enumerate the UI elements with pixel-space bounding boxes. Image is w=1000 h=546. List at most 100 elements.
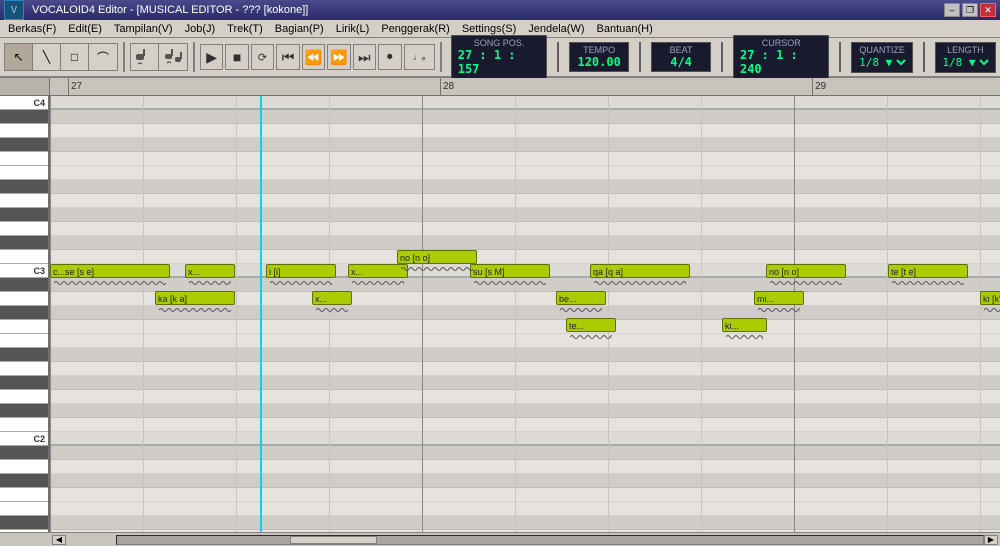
piano-key[interactable] xyxy=(0,460,48,474)
menu-berkas[interactable]: Berkas(F) xyxy=(2,22,62,36)
note-block[interactable]: ka [k a] xyxy=(155,291,235,305)
note-block[interactable]: su [s M] xyxy=(470,264,550,278)
note-block[interactable]: no [n o] xyxy=(397,250,477,264)
beat-line xyxy=(50,96,51,532)
piano-key[interactable] xyxy=(0,236,48,250)
piano-key[interactable] xyxy=(0,376,48,390)
note-block[interactable]: mi... xyxy=(754,291,804,305)
menu-jendela[interactable]: Jendela(W) xyxy=(522,22,590,36)
scrollbar-track[interactable] xyxy=(116,535,984,545)
pencil-tool[interactable]: ╲ xyxy=(33,44,61,70)
note-block[interactable]: x... xyxy=(185,264,235,278)
piano-key[interactable] xyxy=(0,306,48,320)
grid-row xyxy=(50,208,1000,222)
piano-key[interactable] xyxy=(0,418,48,432)
note-block[interactable]: qa [q a] xyxy=(590,264,690,278)
piano-key[interactable] xyxy=(0,124,48,138)
menu-settings[interactable]: Settings(S) xyxy=(456,22,522,36)
scroll-left-button[interactable]: ◀ xyxy=(52,535,66,545)
note-block[interactable]: c...se [s e] xyxy=(50,264,170,278)
grid-row xyxy=(50,166,1000,180)
grid-row xyxy=(50,334,1000,348)
grid-row xyxy=(50,418,1000,432)
piano-key[interactable] xyxy=(0,208,48,222)
note-block[interactable]: be... xyxy=(556,291,606,305)
loop-button[interactable]: ⟳ xyxy=(251,44,274,70)
piano-key[interactable] xyxy=(0,404,48,418)
play-button[interactable]: ▶ xyxy=(200,44,223,70)
piano-key[interactable] xyxy=(0,250,48,264)
piano-key[interactable] xyxy=(0,152,48,166)
restore-button[interactable]: ❐ xyxy=(962,3,978,17)
back-button[interactable]: ⏪ xyxy=(302,44,325,70)
piano-key[interactable] xyxy=(0,530,48,532)
piano-key[interactable] xyxy=(0,474,48,488)
metronome-button[interactable]: ♩ₑ xyxy=(404,44,435,70)
note-block[interactable]: x... xyxy=(348,264,408,278)
note-tool-1[interactable] xyxy=(131,44,159,70)
note-block[interactable]: te [t e] xyxy=(888,264,968,278)
piano-key[interactable]: C2 xyxy=(0,432,48,446)
grid-row xyxy=(50,376,1000,390)
scroll-right-button[interactable]: ▶ xyxy=(984,535,998,545)
menu-bantuan[interactable]: Bantuan(H) xyxy=(591,22,659,36)
line-tool[interactable]: ⌒ xyxy=(89,44,117,70)
piano-key[interactable] xyxy=(0,222,48,236)
note-block[interactable]: x... xyxy=(312,291,352,305)
vibrato-line xyxy=(474,280,546,286)
piano-key[interactable] xyxy=(0,166,48,180)
piano-key[interactable] xyxy=(0,320,48,334)
menu-lirik[interactable]: Lirik(L) xyxy=(330,22,376,36)
toolbar-sep-1 xyxy=(123,42,125,72)
piano-key[interactable] xyxy=(0,180,48,194)
note-block[interactable]: ki... xyxy=(722,318,767,332)
quantize-select[interactable]: 1/8 ▼ 1/4 1/16 1/32 xyxy=(855,55,909,70)
menu-tampilan[interactable]: Tampilan(V) xyxy=(108,22,179,36)
eraser-tool[interactable]: □ xyxy=(61,44,89,70)
forward-button[interactable]: ⏩ xyxy=(327,44,350,70)
minimize-button[interactable]: – xyxy=(944,3,960,17)
vibrato-line xyxy=(54,280,166,286)
piano-key[interactable] xyxy=(0,334,48,348)
piano-key[interactable] xyxy=(0,348,48,362)
record-button[interactable]: ⏺ xyxy=(378,44,401,70)
piano-key[interactable]: C3 xyxy=(0,264,48,278)
menu-trek[interactable]: Trek(T) xyxy=(221,22,269,36)
pointer-tool[interactable]: ↖ xyxy=(5,44,33,70)
note-block[interactable]: te... xyxy=(566,318,616,332)
piano-key[interactable] xyxy=(0,194,48,208)
info-div-1 xyxy=(557,42,559,72)
beat-line xyxy=(980,96,981,532)
piano-key[interactable] xyxy=(0,362,48,376)
length-label: LENGTH xyxy=(947,45,984,55)
menu-job[interactable]: Job(J) xyxy=(179,22,222,36)
note-block[interactable]: no [n o] xyxy=(766,264,846,278)
piano-key[interactable] xyxy=(0,292,48,306)
menu-bagian[interactable]: Bagian(P) xyxy=(269,22,330,36)
piano-key[interactable] xyxy=(0,488,48,502)
piano-key[interactable]: C4 xyxy=(0,96,48,110)
note-block[interactable]: i [i] xyxy=(266,264,336,278)
piano-key[interactable] xyxy=(0,110,48,124)
note-tool-2[interactable] xyxy=(159,44,187,70)
length-select[interactable]: 1/8 ▼ 1/4 1/16 1/32 xyxy=(938,55,992,70)
piano-key[interactable] xyxy=(0,446,48,460)
menu-edit[interactable]: Edit(E) xyxy=(62,22,108,36)
piano-key[interactable] xyxy=(0,138,48,152)
menu-penggerak[interactable]: Penggerak(R) xyxy=(375,22,455,36)
piano-key[interactable] xyxy=(0,502,48,516)
piano-key[interactable] xyxy=(0,390,48,404)
piano-key[interactable] xyxy=(0,278,48,292)
rewind-button[interactable]: ⏮ xyxy=(276,44,299,70)
piano-key[interactable] xyxy=(0,516,48,530)
grid-area[interactable]: c...se [s e]x...i [i]x...no [n o]su [s M… xyxy=(50,96,1000,532)
note-block[interactable]: ki [k'i] xyxy=(980,291,1000,305)
close-button[interactable]: ✕ xyxy=(980,3,996,17)
tempo-label: TEMPO xyxy=(583,45,615,55)
window-title: VOCALOID4 Editor - [MUSICAL EDITOR - ???… xyxy=(32,4,308,16)
scrollbar-thumb[interactable] xyxy=(290,536,377,544)
end-button[interactable]: ⏭ xyxy=(353,44,376,70)
grid-row xyxy=(50,460,1000,474)
ruler-marks[interactable]: 27 28 29 xyxy=(50,78,1000,95)
stop-button[interactable]: ■ xyxy=(225,44,248,70)
